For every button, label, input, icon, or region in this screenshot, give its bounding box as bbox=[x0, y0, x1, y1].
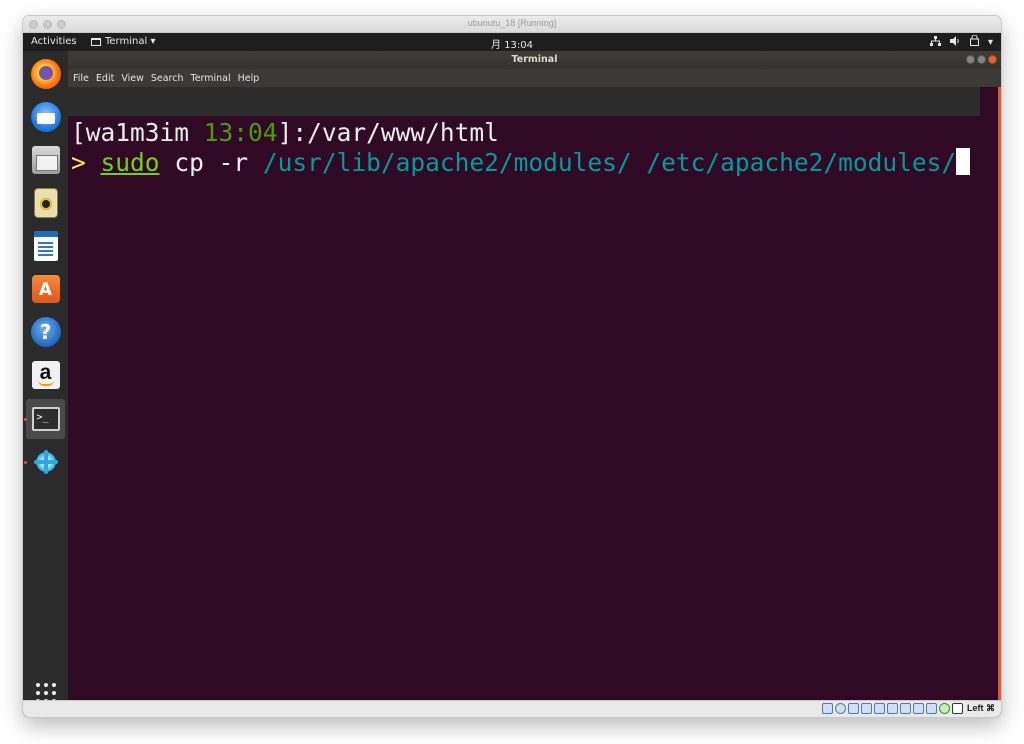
command-dest-path: /etc/apache2/modules/ bbox=[646, 148, 957, 177]
text-cursor bbox=[956, 148, 971, 175]
files-icon bbox=[31, 146, 60, 174]
host-key-label: Left ⌘ bbox=[967, 703, 995, 713]
usb-icon[interactable] bbox=[874, 703, 885, 714]
running-indicator bbox=[24, 461, 27, 464]
close-button[interactable] bbox=[988, 55, 997, 64]
network-adapter-icon[interactable] bbox=[861, 703, 872, 714]
prompt-user: wa1m3im bbox=[85, 118, 190, 147]
terminal-menubar: File Edit View Search Terminal Help bbox=[68, 69, 1001, 87]
audio-icon[interactable] bbox=[848, 703, 859, 714]
menu-view[interactable]: View bbox=[121, 73, 144, 84]
terminal-screen[interactable]: [wa1m3im 13:04]:/var/www/html > sudo cp -… bbox=[68, 87, 1001, 717]
volume-icon[interactable] bbox=[949, 35, 961, 49]
dock-item-software[interactable]: A bbox=[26, 269, 65, 309]
dock: A ? a >_ bbox=[23, 51, 68, 717]
host-window: ubunutu_18 [Running] Activities Terminal… bbox=[23, 16, 1001, 717]
optical-drive-icon[interactable] bbox=[835, 703, 846, 714]
host-titlebar: ubunutu_18 [Running] bbox=[23, 16, 1001, 33]
terminal-icon: >_ bbox=[31, 407, 60, 431]
network-icon[interactable] bbox=[929, 35, 941, 49]
menu-help[interactable]: Help bbox=[238, 73, 260, 84]
help-icon: ? bbox=[30, 317, 61, 347]
rhythmbox-icon bbox=[33, 188, 58, 218]
dock-item-terminal[interactable]: >_ bbox=[26, 399, 65, 439]
menu-terminal[interactable]: Terminal bbox=[191, 73, 231, 84]
menu-file[interactable]: File bbox=[73, 73, 89, 84]
host-window-title: ubunutu_18 [Running] bbox=[467, 18, 557, 28]
video-capture-icon[interactable] bbox=[913, 703, 924, 714]
guest-additions-icon[interactable] bbox=[939, 703, 950, 714]
battery-lock-icon[interactable] bbox=[969, 34, 979, 49]
vbox-status-bar: Left ⌘ bbox=[23, 700, 1001, 717]
dock-item-files[interactable] bbox=[26, 140, 65, 180]
hard-disk-icon[interactable] bbox=[822, 703, 833, 714]
prompt-path: :/var/www/html bbox=[292, 118, 499, 147]
display-icon[interactable] bbox=[900, 703, 911, 714]
amazon-icon: a bbox=[31, 361, 60, 389]
maximize-button[interactable] bbox=[977, 55, 986, 64]
dock-item-help[interactable]: ? bbox=[26, 312, 65, 352]
splash-app-icon bbox=[30, 447, 61, 477]
dock-item-splash-app[interactable] bbox=[26, 442, 65, 482]
recording-icon[interactable] bbox=[926, 703, 937, 714]
libreoffice-writer-icon bbox=[33, 231, 58, 261]
dock-item-writer[interactable] bbox=[26, 226, 65, 266]
terminal-titlebar[interactable]: Terminal bbox=[68, 51, 1001, 69]
ubuntu-top-bar: Activities Terminal ▾ 月 13:04 ▾ bbox=[23, 33, 1001, 51]
prompt-marker: > bbox=[71, 148, 86, 177]
prompt-line: [wa1m3im 13:04]:/var/www/html bbox=[71, 118, 499, 147]
command-sudo: sudo bbox=[100, 148, 160, 177]
terminal-scrollbar[interactable] bbox=[998, 87, 1001, 717]
dock-item-rhythmbox[interactable] bbox=[26, 183, 65, 223]
command-source-path: /usr/lib/apache2/modules/ bbox=[262, 148, 632, 177]
minimize-button[interactable] bbox=[966, 55, 975, 64]
system-menu-chevron-down-icon[interactable]: ▾ bbox=[988, 37, 993, 48]
thunderbird-icon bbox=[30, 102, 61, 132]
system-tray[interactable]: ▾ bbox=[929, 34, 993, 49]
dock-item-amazon[interactable]: a bbox=[26, 355, 65, 395]
terminal-window-title: Terminal bbox=[511, 54, 558, 65]
prompt-time: 13:04 bbox=[203, 118, 278, 147]
shared-folders-icon[interactable] bbox=[887, 703, 898, 714]
menu-edit[interactable]: Edit bbox=[96, 73, 114, 84]
menu-search[interactable]: Search bbox=[151, 73, 184, 84]
window-controls bbox=[966, 55, 997, 64]
dock-item-thunderbird[interactable] bbox=[26, 97, 65, 137]
dock-item-firefox[interactable] bbox=[26, 54, 65, 94]
command-line[interactable]: > sudo cp -r /usr/lib/apache2/modules/ /… bbox=[71, 148, 971, 178]
terminal-output: [wa1m3im 13:04]:/var/www/html > sudo cp -… bbox=[71, 118, 971, 178]
software-store-icon: A bbox=[31, 275, 60, 303]
firefox-icon bbox=[30, 59, 61, 89]
terminal-header-strip bbox=[68, 87, 980, 116]
clock[interactable]: 月 13:04 bbox=[23, 36, 1001, 51]
command-name: cp -r bbox=[174, 148, 249, 177]
mouse-integration-icon[interactable] bbox=[952, 703, 963, 714]
status-icons: Left ⌘ bbox=[822, 703, 995, 714]
running-indicator bbox=[24, 418, 27, 421]
